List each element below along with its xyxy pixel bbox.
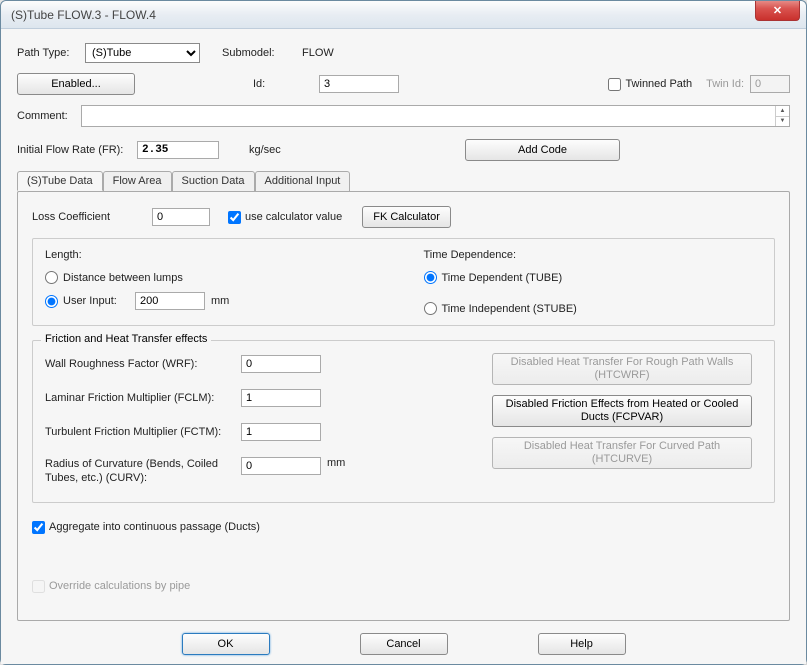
dialog-window: (S)Tube FLOW.3 - FLOW.4 ✕ Path Type: (S)… [0,0,807,665]
aggregate-row: Aggregate into continuous passage (Ducts… [32,517,775,538]
submodel-value: FLOW [302,47,334,59]
losscoef-input[interactable] [152,208,210,226]
titlebar: (S)Tube FLOW.3 - FLOW.4 ✕ [1,1,806,29]
wrf-label: Wall Roughness Factor (WRF): [45,358,241,370]
friction-legend: Friction and Heat Transfer effects [41,333,211,345]
length-unit: mm [211,295,229,307]
override-label: Override calculations by pipe [49,580,190,592]
enabled-button[interactable]: Enabled... [17,73,135,95]
aggregate-label: Aggregate into continuous passage (Ducts… [49,521,260,533]
fclm-input[interactable] [241,389,321,407]
fcpvar-button[interactable]: Disabled Friction Effects from Heated or… [492,395,752,427]
row-losscoef: Loss Coefficient use calculator value FK… [32,206,775,228]
curv-label: Radius of Curvature (Bends, Coiled Tubes… [45,457,241,486]
pathtype-select[interactable]: (S)Tube [85,43,200,63]
curv-input[interactable] [241,457,321,475]
help-button[interactable]: Help [538,633,626,655]
pathtype-label: Path Type: [17,47,85,59]
wrf-input[interactable] [241,355,321,373]
length-column: Length: Distance between lumps User Inpu… [45,249,384,313]
override-checkbox [32,580,45,593]
comment-input[interactable] [82,106,775,126]
length-radio-distance[interactable] [45,271,58,284]
timedep-opt1-row: Time Dependent (TUBE) [424,267,763,288]
timedep-opt2-label: Time Independent (STUBE) [442,303,577,315]
length-opt2-row: User Input: mm [45,288,384,314]
close-button[interactable]: ✕ [755,1,800,21]
usecalc-checkbox[interactable] [228,211,241,224]
id-label: Id: [253,78,283,90]
tab-stubedata[interactable]: (S)Tube Data [17,171,103,191]
tab-additionalinput[interactable]: Additional Input [255,171,351,191]
ok-button[interactable]: OK [182,633,270,655]
row-comment: Comment: ▲▼ [17,105,790,127]
length-opt1-row: Distance between lumps [45,267,384,288]
dialog-content: Path Type: (S)Tube Submodel: FLOW Enable… [1,29,806,664]
addcode-button[interactable]: Add Code [465,139,620,161]
fclm-row: Laminar Friction Multiplier (FCLM): [45,385,468,411]
timedep-radio-tube[interactable] [424,271,437,284]
tabbar: (S)Tube Data Flow Area Suction Data Addi… [17,170,790,190]
timedep-opt2-row: Time Independent (STUBE) [424,298,763,319]
fclm-label: Laminar Friction Multiplier (FCLM): [45,392,241,404]
submodel-label: Submodel: [222,47,292,59]
window-buttons: ✕ [755,1,800,21]
comment-label: Comment: [17,110,81,122]
friction-right-col: Disabled Heat Transfer For Rough Path Wa… [492,351,762,490]
tab-flowarea[interactable]: Flow Area [103,171,172,191]
ifr-input[interactable] [137,141,219,159]
override-row: Override calculations by pipe [32,576,775,597]
fctm-input[interactable] [241,423,321,441]
timedep-legend: Time Dependence: [424,249,763,261]
timedep-radio-stube[interactable] [424,302,437,315]
cancel-button[interactable]: Cancel [360,633,448,655]
id-input[interactable] [319,75,399,93]
row-enabled: Enabled... Id: Twinned Path Twin Id: [17,73,790,95]
length-opt1-label: Distance between lumps [63,272,183,284]
timedep-column: Time Dependence: Time Dependent (TUBE) T… [424,249,763,313]
fctm-label: Turbulent Friction Multiplier (FCTM): [45,426,241,438]
ifr-unit: kg/sec [249,144,281,156]
tab-wrap: (S)Tube Data Flow Area Suction Data Addi… [17,171,790,621]
friction-left-col: Wall Roughness Factor (WRF): Laminar Fri… [45,351,468,490]
aggregate-checkbox[interactable] [32,521,45,534]
fkcalc-button[interactable]: FK Calculator [362,206,451,228]
group-length-time: Length: Distance between lumps User Inpu… [32,238,775,326]
row-ifr: Initial Flow Rate (FR): kg/sec Add Code [17,139,790,161]
htcurve-button: Disabled Heat Transfer For Curved Path (… [492,437,752,469]
window-title: (S)Tube FLOW.3 - FLOW.4 [1,8,156,22]
comment-spin[interactable]: ▲▼ [775,106,789,126]
length-radio-userinput[interactable] [45,295,58,308]
length-opt2-label: User Input: [63,295,135,307]
fctm-row: Turbulent Friction Multiplier (FCTM): [45,419,468,445]
twinned-checkbox[interactable] [608,78,621,91]
curv-unit: mm [327,457,345,469]
length-legend: Length: [45,249,384,261]
close-icon: ✕ [773,4,782,17]
curv-row: Radius of Curvature (Bends, Coiled Tubes… [45,453,468,490]
losscoef-label: Loss Coefficient [32,211,152,223]
timedep-opt1-label: Time Dependent (TUBE) [442,272,563,284]
htcwrf-button: Disabled Heat Transfer For Rough Path Wa… [492,353,752,385]
tab-body: Loss Coefficient use calculator value FK… [18,192,789,611]
comment-input-wrap: ▲▼ [81,105,790,127]
group-friction: Friction and Heat Transfer effects Wall … [32,340,775,503]
tab-suctiondata[interactable]: Suction Data [172,171,255,191]
row-pathtype: Path Type: (S)Tube Submodel: FLOW [17,43,790,63]
usecalc-label: use calculator value [245,211,342,223]
footer-buttons: OK Cancel Help [17,633,790,655]
tab-panel: Loss Coefficient use calculator value FK… [17,191,790,621]
length-userinput[interactable] [135,292,205,310]
ifr-label: Initial Flow Rate (FR): [17,144,137,156]
twinid-input [750,75,790,93]
wrf-row: Wall Roughness Factor (WRF): [45,351,468,377]
twinned-label: Twinned Path [625,78,692,90]
twinid-label: Twin Id: [706,78,744,90]
